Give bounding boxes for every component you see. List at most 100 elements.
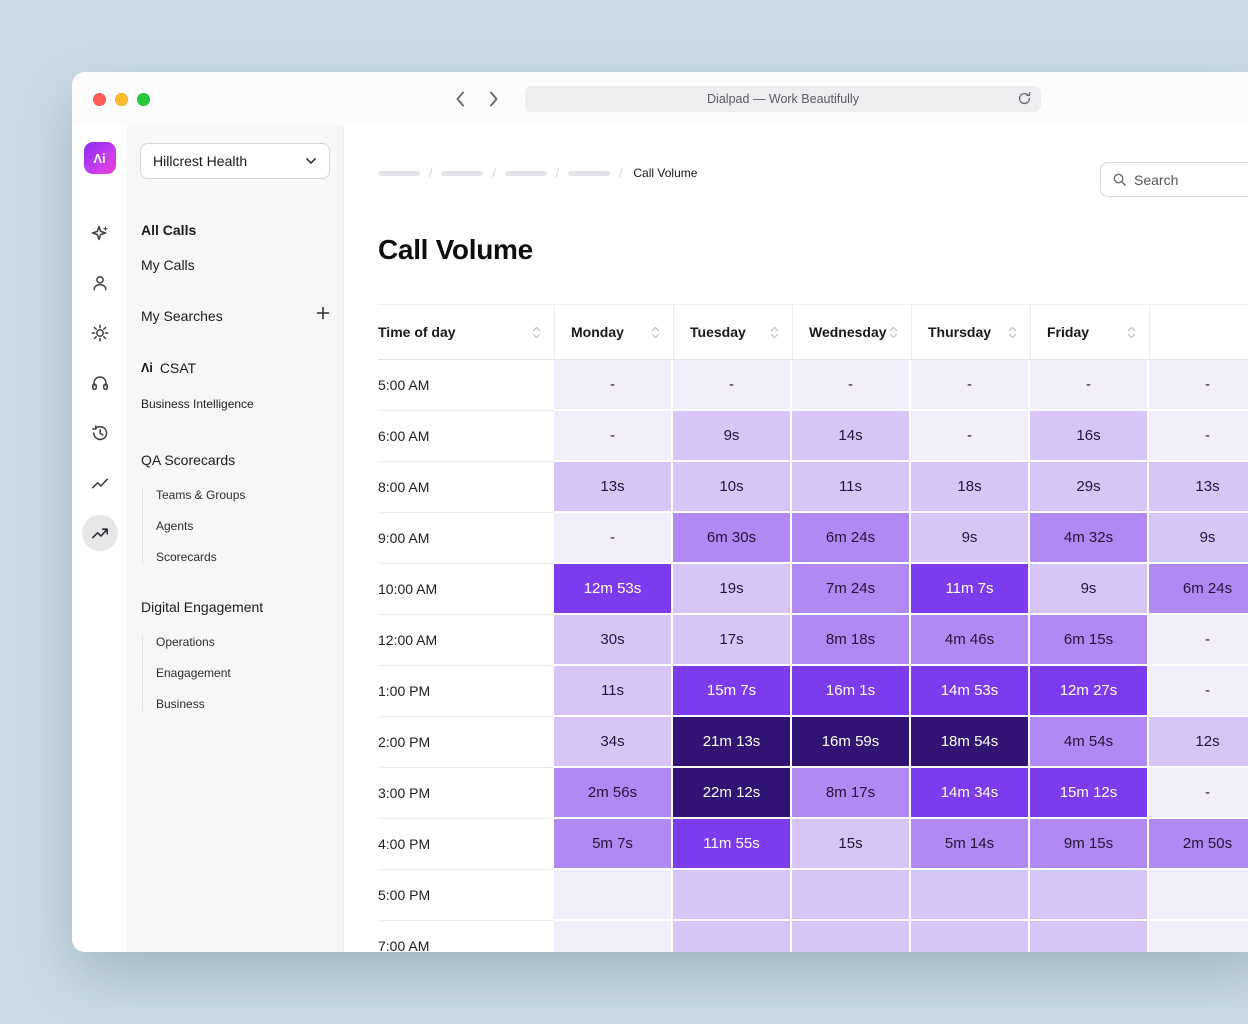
heatmap-cell[interactable]: 9s xyxy=(673,411,792,462)
org-selector[interactable]: Hillcrest Health xyxy=(140,143,330,179)
heatmap-cell[interactable]: - xyxy=(1149,768,1248,819)
heatmap-cell[interactable]: 12s xyxy=(1149,717,1248,768)
heatmap-cell[interactable]: 12m 53s xyxy=(554,564,673,615)
heatmap-cell[interactable]: 11m 7s xyxy=(911,564,1030,615)
sidebar-item-scorecards[interactable]: Scorecards xyxy=(156,550,330,564)
sidebar-item-operations[interactable]: Operations xyxy=(156,635,330,649)
heatmap-cell[interactable]: - xyxy=(792,360,911,411)
heatmap-cell[interactable]: 13s xyxy=(554,462,673,513)
heatmap-cell[interactable]: 2m 50s xyxy=(1149,819,1248,870)
heatmap-cell[interactable]: - xyxy=(554,360,673,411)
heatmap-cell[interactable] xyxy=(911,870,1030,921)
heatmap-cell[interactable]: 4m 54s xyxy=(1030,717,1149,768)
heatmap-cell[interactable]: 2m 56s xyxy=(554,768,673,819)
heatmap-cell[interactable] xyxy=(1030,870,1149,921)
heatmap-cell[interactable]: - xyxy=(1149,411,1248,462)
heatmap-cell[interactable]: 16m 1s xyxy=(792,666,911,717)
heatmap-cell[interactable] xyxy=(792,870,911,921)
heatmap-cell[interactable]: 8m 18s xyxy=(792,615,911,666)
settings-gear-icon[interactable] xyxy=(90,323,110,343)
refresh-button[interactable] xyxy=(1017,91,1032,109)
heatmap-cell[interactable]: - xyxy=(554,513,673,564)
heatmap-cell[interactable]: 4m 32s xyxy=(1030,513,1149,564)
heatmap-cell[interactable]: 6m 24s xyxy=(1149,564,1248,615)
trending-up-icon[interactable] xyxy=(82,515,118,551)
heatmap-cell[interactable]: 15s xyxy=(792,819,911,870)
back-button[interactable] xyxy=(455,90,466,113)
heatmap-cell[interactable] xyxy=(1030,921,1149,952)
sidebar-item-csat[interactable]: Λi CSAT xyxy=(141,360,330,376)
ai-sparkle-icon[interactable] xyxy=(90,223,110,243)
heatmap-cell[interactable]: 18m 54s xyxy=(911,717,1030,768)
heatmap-cell[interactable] xyxy=(1149,870,1248,921)
heatmap-cell[interactable]: 11s xyxy=(554,666,673,717)
heatmap-cell[interactable]: 6m 30s xyxy=(673,513,792,564)
heatmap-cell[interactable]: 14m 34s xyxy=(911,768,1030,819)
heatmap-cell[interactable]: 15m 12s xyxy=(1030,768,1149,819)
heatmap-cell[interactable]: 17s xyxy=(673,615,792,666)
heatmap-cell[interactable] xyxy=(673,921,792,952)
dialpad-ai-logo[interactable]: Λi xyxy=(84,142,116,174)
sidebar-item-enagagement[interactable]: Enagagement xyxy=(156,666,330,680)
sidebar-item-my-searches[interactable]: My Searches xyxy=(141,308,223,324)
heatmap-cell[interactable]: - xyxy=(1149,615,1248,666)
sidebar-item-business[interactable]: Business xyxy=(156,697,330,711)
heatmap-cell[interactable]: 15m 7s xyxy=(673,666,792,717)
heatmap-cell[interactable] xyxy=(554,921,673,952)
heatmap-cell[interactable]: 6m 15s xyxy=(1030,615,1149,666)
heatmap-cell[interactable]: 7m 24s xyxy=(792,564,911,615)
heatmap-cell[interactable]: 8m 17s xyxy=(792,768,911,819)
heatmap-cell[interactable] xyxy=(1149,921,1248,952)
column-header-cut[interactable] xyxy=(1149,304,1248,360)
search-input[interactable] xyxy=(1134,172,1248,188)
heatmap-cell[interactable]: - xyxy=(673,360,792,411)
heatmap-cell[interactable]: - xyxy=(911,411,1030,462)
heatmap-cell[interactable] xyxy=(673,870,792,921)
close-window-button[interactable] xyxy=(93,93,106,106)
sidebar-item-qa-scorecards[interactable]: QA Scorecards xyxy=(141,452,330,468)
heatmap-cell[interactable]: 16m 59s xyxy=(792,717,911,768)
heatmap-cell[interactable]: 9s xyxy=(1030,564,1149,615)
heatmap-cell[interactable]: 14m 53s xyxy=(911,666,1030,717)
sidebar-item-digital-engagement[interactable]: Digital Engagement xyxy=(141,599,330,615)
heatmap-cell[interactable]: 13s xyxy=(1149,462,1248,513)
heatmap-cell[interactable]: - xyxy=(554,411,673,462)
column-header-time-of-day[interactable]: Time of day xyxy=(378,304,554,360)
heatmap-cell[interactable]: 9s xyxy=(1149,513,1248,564)
heatmap-cell[interactable]: 11m 55s xyxy=(673,819,792,870)
column-header-friday[interactable]: Friday xyxy=(1030,304,1149,360)
column-header-thursday[interactable]: Thursday xyxy=(911,304,1030,360)
add-search-button[interactable] xyxy=(316,306,330,325)
heatmap-cell[interactable]: 12m 27s xyxy=(1030,666,1149,717)
heatmap-cell[interactable]: 11s xyxy=(792,462,911,513)
column-header-wednesday[interactable]: Wednesday xyxy=(792,304,911,360)
sidebar-item-teams-groups[interactable]: Teams & Groups xyxy=(156,488,330,502)
column-header-monday[interactable]: Monday xyxy=(554,304,673,360)
heatmap-cell[interactable] xyxy=(792,921,911,952)
sidebar-item-all-calls[interactable]: All Calls xyxy=(141,222,330,238)
heatmap-cell[interactable]: - xyxy=(1149,360,1248,411)
heatmap-cell[interactable]: 14s xyxy=(792,411,911,462)
support-headset-icon[interactable] xyxy=(90,373,110,393)
heatmap-cell[interactable] xyxy=(911,921,1030,952)
heatmap-cell[interactable]: 18s xyxy=(911,462,1030,513)
contacts-icon[interactable] xyxy=(90,273,110,293)
heatmap-cell[interactable]: - xyxy=(1030,360,1149,411)
minimize-window-button[interactable] xyxy=(115,93,128,106)
heatmap-cell[interactable]: 19s xyxy=(673,564,792,615)
address-bar[interactable]: Dialpad — Work Beautifully xyxy=(525,86,1041,112)
heatmap-cell[interactable]: - xyxy=(911,360,1030,411)
heatmap-cell[interactable]: 30s xyxy=(554,615,673,666)
heatmap-cell[interactable]: 9s xyxy=(911,513,1030,564)
history-clock-icon[interactable] xyxy=(90,423,110,443)
sidebar-item-agents[interactable]: Agents xyxy=(156,519,330,533)
heatmap-cell[interactable]: 5m 7s xyxy=(554,819,673,870)
heatmap-cell[interactable]: 10s xyxy=(673,462,792,513)
sidebar-item-my-calls[interactable]: My Calls xyxy=(141,257,330,273)
heatmap-cell[interactable]: 21m 13s xyxy=(673,717,792,768)
zoom-window-button[interactable] xyxy=(137,93,150,106)
heatmap-cell[interactable]: 4m 46s xyxy=(911,615,1030,666)
heatmap-cell[interactable]: 22m 12s xyxy=(673,768,792,819)
heatmap-cell[interactable]: 34s xyxy=(554,717,673,768)
heatmap-cell[interactable] xyxy=(554,870,673,921)
